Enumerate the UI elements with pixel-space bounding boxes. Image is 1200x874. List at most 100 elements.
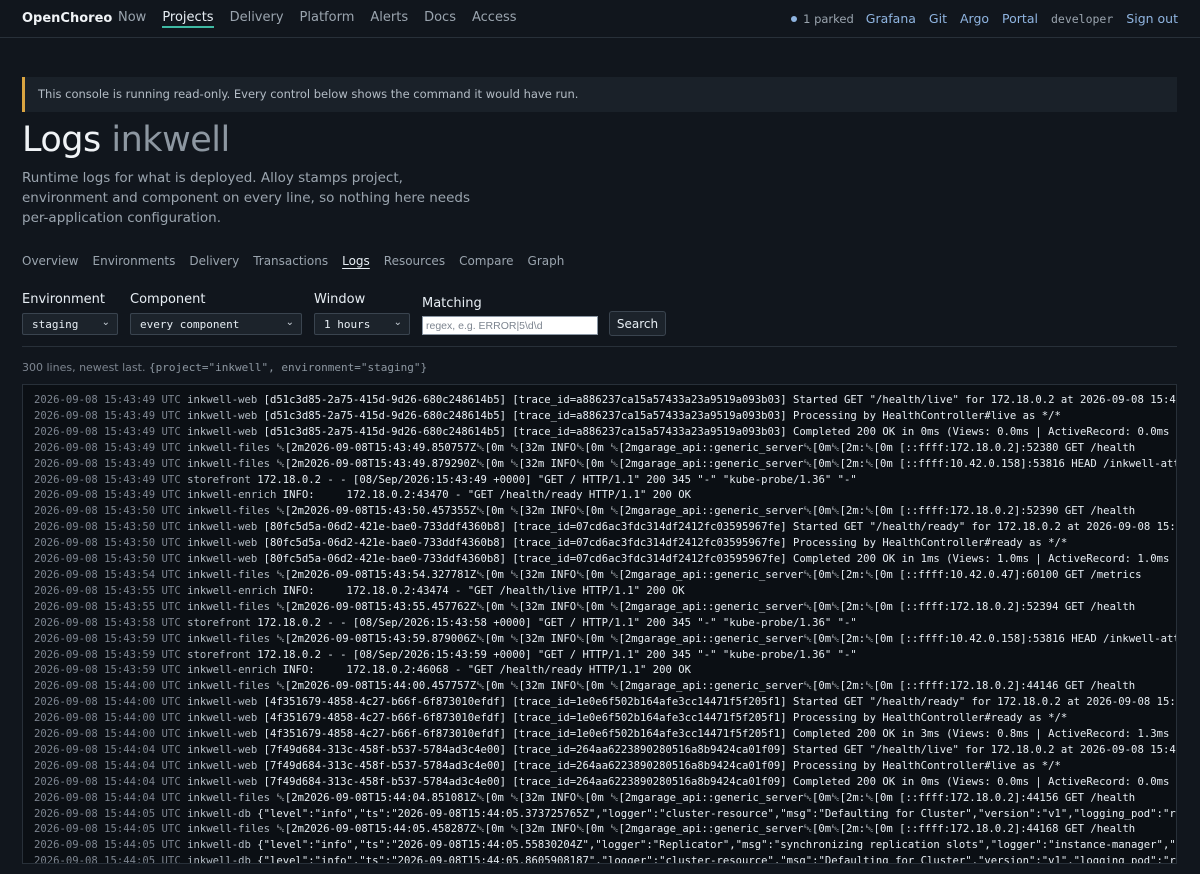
log-line: 2026-09-08 15:43:49 UTC inkwell-enrich I… xyxy=(34,488,1176,504)
log-line: 2026-09-08 15:44:05 UTC inkwell-db {"lev… xyxy=(34,854,1177,864)
log-component: inkwell-files xyxy=(187,600,271,613)
log-line: 2026-09-08 15:43:55 UTC inkwell-files ␛[… xyxy=(34,600,1176,616)
log-component: storefront xyxy=(187,648,251,661)
log-timestamp: 2026-09-08 15:43:58 UTC xyxy=(34,616,181,629)
log-component: inkwell-enrich xyxy=(187,664,277,677)
log-line: 2026-09-08 15:43:58 UTC storefront 172.1… xyxy=(34,616,1176,632)
log-output[interactable]: 2026-09-08 15:43:49 UTC inkwell-web [d51… xyxy=(22,384,1177,864)
link-portal[interactable]: Portal xyxy=(1002,11,1038,26)
log-timestamp: 2026-09-08 15:43:54 UTC xyxy=(34,568,181,581)
search-button[interactable]: Search xyxy=(609,311,666,336)
log-component: inkwell-web xyxy=(187,425,258,438)
component-select[interactable]: every component ⌄ xyxy=(130,313,302,335)
component-value: every component xyxy=(140,318,240,331)
tab-graph[interactable]: Graph xyxy=(528,254,565,268)
log-timestamp: 2026-09-08 15:43:49 UTC xyxy=(34,457,181,470)
log-timestamp: 2026-09-08 15:43:55 UTC xyxy=(34,584,181,597)
log-timestamp: 2026-09-08 15:43:49 UTC xyxy=(34,489,181,502)
log-component: inkwell-web xyxy=(187,696,258,709)
tab-environments[interactable]: Environments xyxy=(93,254,176,268)
nav-item-now[interactable]: Now xyxy=(118,10,146,28)
log-message: {"level":"info","ts":"2026-09-08T15:44:0… xyxy=(257,807,1177,820)
log-line: 2026-09-08 15:44:00 UTC inkwell-web [4f3… xyxy=(34,711,1176,727)
log-message: INFO: 172.18.0.2:46068 - "GET /health/re… xyxy=(282,664,691,677)
link-argo[interactable]: Argo xyxy=(960,11,989,26)
log-component: inkwell-web xyxy=(187,409,258,422)
log-message: [d51c3d85-2a75-415d-9d26-680c248614b5] [… xyxy=(263,425,1176,438)
log-line: 2026-09-08 15:43:49 UTC storefront 172.1… xyxy=(34,473,1176,489)
read-only-banner: This console is running read-only. Every… xyxy=(22,77,1177,112)
log-component: inkwell-files xyxy=(187,632,271,645)
log-query: {project="inkwell", environment="staging… xyxy=(148,361,428,374)
nav-right: 1 parked Grafana Git Argo Portal develop… xyxy=(791,11,1178,26)
window-select[interactable]: 1 hours ⌄ xyxy=(314,313,410,335)
project-tabs: Overview Environments Delivery Transacti… xyxy=(22,254,578,268)
log-component: inkwell-web xyxy=(187,712,258,725)
log-message: ␛[2m2026-09-08T15:44:00.457757Z␛[0m ␛[32… xyxy=(276,680,1136,693)
log-timestamp: 2026-09-08 15:43:55 UTC xyxy=(34,600,181,613)
log-message: INFO: 172.18.0.2:43470 - "GET /health/re… xyxy=(282,489,691,502)
tab-delivery[interactable]: Delivery xyxy=(189,254,239,268)
log-timestamp: 2026-09-08 15:43:50 UTC xyxy=(34,553,181,566)
page-subtitle: Runtime logs for what is deployed. Alloy… xyxy=(22,170,471,226)
log-message: [d51c3d85-2a75-415d-9d26-680c248614b5] [… xyxy=(263,409,1061,422)
link-git[interactable]: Git xyxy=(929,11,947,26)
log-timestamp: 2026-09-08 15:44:04 UTC xyxy=(34,791,181,804)
log-component: inkwell-files xyxy=(187,568,271,581)
log-message: [4f351679-4858-4c27-b66f-6f873010efdf] [… xyxy=(263,712,1068,725)
tab-resources[interactable]: Resources xyxy=(384,254,445,268)
parked-label: 1 parked xyxy=(803,11,854,26)
app-name: inkwell xyxy=(111,120,230,160)
tab-logs[interactable]: Logs xyxy=(342,254,370,268)
chevron-down-icon: ⌄ xyxy=(285,317,294,328)
chevron-down-icon: ⌄ xyxy=(393,317,402,328)
log-message: [80fc5d5a-06d2-421e-bae0-733ddf4360b8] [… xyxy=(263,553,1177,566)
log-component: inkwell-files xyxy=(187,441,271,454)
log-line: 2026-09-08 15:44:04 UTC inkwell-web [7f4… xyxy=(34,775,1176,791)
log-message: ␛[2m2026-09-08T15:44:05.458287Z␛[0m ␛[32… xyxy=(276,823,1136,836)
environment-select[interactable]: staging ⌄ xyxy=(22,313,118,335)
sign-out-link[interactable]: Sign out xyxy=(1126,11,1178,26)
log-message: ␛[2m2026-09-08T15:43:50.457355Z␛[0m ␛[32… xyxy=(276,505,1136,518)
log-line: 2026-09-08 15:43:59 UTC inkwell-enrich I… xyxy=(34,663,1176,679)
log-timestamp: 2026-09-08 15:43:50 UTC xyxy=(34,537,181,550)
divider xyxy=(22,346,1177,347)
parked-indicator[interactable]: 1 parked xyxy=(791,12,854,26)
log-timestamp: 2026-09-08 15:44:00 UTC xyxy=(34,728,181,741)
log-component: inkwell-web xyxy=(187,394,258,406)
nav-item-access[interactable]: Access xyxy=(472,10,517,28)
nav-item-docs[interactable]: Docs xyxy=(424,10,456,28)
log-line: 2026-09-08 15:43:50 UTC inkwell-web [80f… xyxy=(34,520,1176,536)
log-component: inkwell-files xyxy=(187,823,271,836)
log-component: inkwell-web xyxy=(187,553,258,566)
nav-item-alerts[interactable]: Alerts xyxy=(370,10,408,28)
log-timestamp: 2026-09-08 15:44:04 UTC xyxy=(34,743,181,756)
component-label: Component xyxy=(130,292,206,307)
nav-item-platform[interactable]: Platform xyxy=(300,10,355,28)
tab-transactions[interactable]: Transactions xyxy=(253,254,328,268)
nav-item-delivery[interactable]: Delivery xyxy=(230,10,284,28)
matching-input[interactable] xyxy=(422,316,598,335)
log-timestamp: 2026-09-08 15:44:00 UTC xyxy=(34,712,181,725)
log-line: 2026-09-08 15:43:55 UTC inkwell-enrich I… xyxy=(34,584,1176,600)
nav-item-projects[interactable]: Projects xyxy=(162,10,214,28)
tab-overview[interactable]: Overview xyxy=(22,254,79,268)
link-grafana[interactable]: Grafana xyxy=(866,11,916,26)
log-message: [80fc5d5a-06d2-421e-bae0-733ddf4360b8] [… xyxy=(263,537,1068,550)
log-line: 2026-09-08 15:44:05 UTC inkwell-db {"lev… xyxy=(34,807,1176,823)
log-timestamp: 2026-09-08 15:43:59 UTC xyxy=(34,664,181,677)
log-component: inkwell-web xyxy=(187,728,258,741)
log-message: INFO: 172.18.0.2:43474 - "GET /health/li… xyxy=(282,584,685,597)
tab-compare[interactable]: Compare xyxy=(459,254,513,268)
log-timestamp: 2026-09-08 15:44:00 UTC xyxy=(34,696,181,709)
top-nav: OpenChoreo Now Projects Delivery Platfor… xyxy=(0,0,1200,38)
log-timestamp: 2026-09-08 15:44:00 UTC xyxy=(34,680,181,693)
log-component: inkwell-web xyxy=(187,775,258,788)
log-message: {"level":"info","ts":"2026-09-08T15:44:0… xyxy=(257,855,1177,864)
chevron-down-icon: ⌄ xyxy=(101,317,110,328)
log-component: inkwell-web xyxy=(187,537,258,550)
log-message: 172.18.0.2 - - [08/Sep/2026:15:43:58 +00… xyxy=(257,616,857,629)
log-timestamp: 2026-09-08 15:44:04 UTC xyxy=(34,759,181,772)
page-title: Logs inkwell xyxy=(22,120,230,160)
brand-logo[interactable]: OpenChoreo xyxy=(22,11,112,26)
